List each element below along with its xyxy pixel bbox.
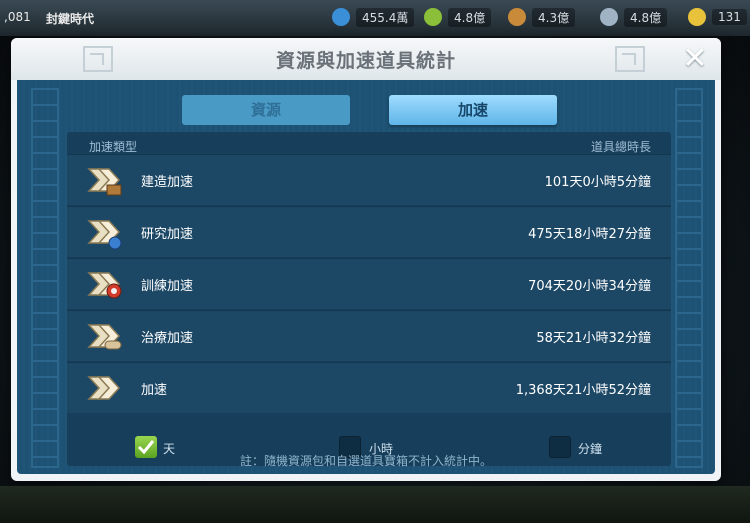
footnote: 註：隨機資源包和自選道具寶箱不計入統計中。 (239, 454, 492, 468)
speedup-row-research: 研究加速 475天18小時27分鐘 (67, 206, 671, 257)
speedup-name: 研究加速 (141, 227, 194, 242)
speedup-row-training: 訓練加速 704天20小時34分鐘 (67, 258, 671, 309)
stone-icon (508, 8, 526, 26)
dialog-header: 資源與加速道具統計 ✕ (11, 38, 721, 80)
speedup-name: 治療加速 (141, 331, 194, 346)
resource-stone-value: 4.3億 (532, 7, 576, 27)
era-label: 封鍵時代 (46, 12, 95, 26)
speedup-duration: 1,368天21小時52分鐘 (515, 383, 651, 398)
gold-icon (600, 8, 618, 26)
resource-gems[interactable]: 131 (688, 8, 747, 26)
speedup-duration: 475天18小時27分鐘 (528, 227, 651, 242)
speedup-stats-dialog: 資源與加速道具統計 ✕ 資源 加速 加速類型 道具總時長 建造加速 101天0小… (11, 38, 721, 481)
power-value: ,081 (4, 10, 31, 24)
speedup-duration: 101天0小時5分鐘 (544, 175, 651, 190)
universal-speedup-icon (87, 376, 121, 400)
training-speedup-icon (87, 272, 122, 299)
food-icon (332, 8, 350, 26)
resource-wood-value: 4.8億 (448, 7, 492, 27)
wood-icon (424, 8, 442, 26)
top-status-bar: ,081 封鍵時代 455.4萬 4.8億 4.3億 4.8億 131 (0, 0, 750, 36)
left-frieze-decoration (31, 88, 59, 468)
resource-gems-value: 131 (712, 9, 747, 25)
speedup-name: 加速 (141, 383, 168, 398)
building-speedup-icon (87, 168, 122, 196)
speedup-duration: 58天21小時32分鐘 (536, 331, 651, 346)
tab-resources[interactable]: 資源 (182, 95, 350, 125)
speedup-name: 訓練加速 (141, 279, 194, 294)
right-frieze-decoration (675, 88, 703, 468)
speedup-row-universal: 加速 1,368天21小時52分鐘 (67, 362, 671, 413)
tab-speedups[interactable]: 加速 (389, 95, 557, 125)
speedup-name: 建造加速 (141, 175, 194, 190)
resource-food[interactable]: 455.4萬 (332, 7, 415, 27)
resource-food-value: 455.4萬 (356, 7, 415, 27)
resource-gold[interactable]: 4.8億 (600, 7, 668, 27)
column-header-total: 道具總時長 (590, 140, 651, 154)
background-game-scene (0, 486, 750, 523)
gem-icon (688, 8, 706, 26)
column-header-type: 加速類型 (89, 140, 138, 154)
resource-wood[interactable]: 4.8億 (424, 7, 492, 27)
speedup-row-building: 建造加速 101天0小時5分鐘 (67, 154, 671, 205)
speedup-list-panel: 加速類型 道具總時長 建造加速 101天0小時5分鐘 研究加速 475天18小時… (67, 132, 671, 466)
speedup-duration: 704天20小時34分鐘 (528, 279, 651, 294)
resource-gold-value: 4.8億 (624, 7, 668, 27)
healing-speedup-icon (87, 324, 122, 350)
close-icon[interactable]: ✕ (679, 43, 711, 75)
dialog-title: 資源與加速道具統計 (275, 50, 456, 72)
speedup-row-healing: 治療加速 58天21小時32分鐘 (67, 310, 671, 361)
research-speedup-icon (87, 220, 122, 250)
dialog-body: 資源 加速 加速類型 道具總時長 建造加速 101天0小時5分鐘 研究加速 47… (17, 80, 715, 474)
resource-stone[interactable]: 4.3億 (508, 7, 576, 27)
